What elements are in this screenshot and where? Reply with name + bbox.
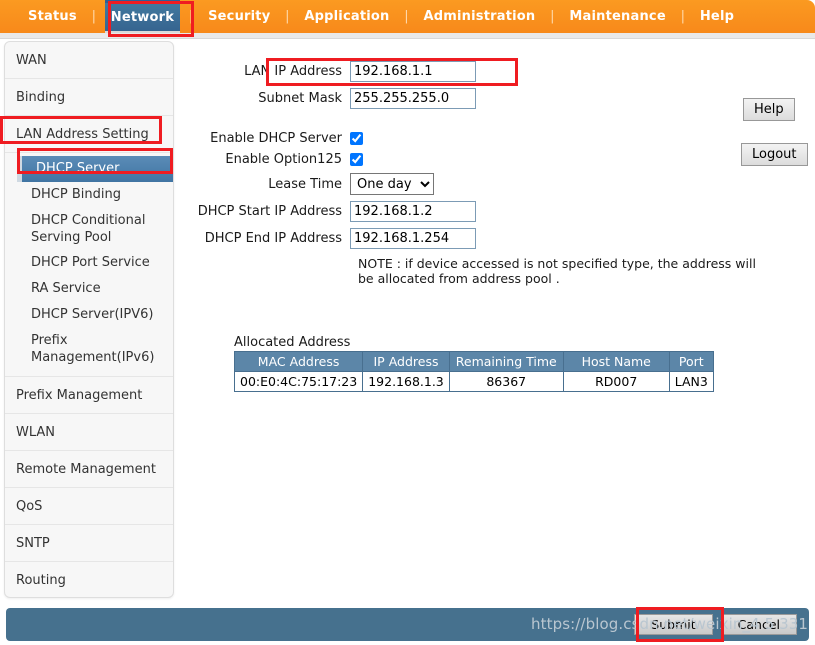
sidebar-item-dhcp-server-ipv6[interactable]: DHCP Server(IPV6) [5,302,173,328]
nav-tab-application[interactable]: Application [298,0,395,33]
dhcp-start-ip-row: DHCP Start IP Address [186,201,806,222]
nav-underline-strip [0,33,815,39]
allocated-address-title: Allocated Address [234,335,351,350]
lan-ip-input[interactable] [350,61,476,82]
allocated-address-table: MAC Address IP Address Remaining Time Ho… [233,351,714,392]
nav-separator: | [285,9,290,24]
dhcp-start-ip-label: DHCP Start IP Address [197,204,342,219]
enable-dhcp-label: Enable DHCP Server [210,131,342,146]
cell-remaining-time: 86367 [448,371,564,392]
sidebar-item-dhcp-binding[interactable]: DHCP Binding [5,182,173,208]
sidebar-item-qos[interactable]: QoS [5,488,173,525]
subnet-mask-input[interactable] [350,88,476,109]
watermark-text: https://blog.csdn.net/weixin_4 5 331 [531,615,809,633]
nav-tab-help[interactable]: Help [694,0,740,33]
nav-separator: | [188,9,194,24]
sidebar-item-lan-address-setting[interactable]: LAN Address Setting [5,116,173,153]
dhcp-end-ip-row: DHCP End IP Address [186,228,806,249]
dhcp-end-ip-input[interactable] [350,228,476,249]
logout-button[interactable]: Logout [741,143,808,166]
dhcp-server-form: LAN IP Address Subnet Mask Enable DHCP S… [186,41,806,598]
sidebar-menu: WAN Binding LAN Address Setting DHCP Ser… [4,41,174,598]
sidebar-item-prefix-management[interactable]: Prefix Management [5,377,173,414]
subnet-mask-row: Subnet Mask [186,88,806,109]
enable-option125-row: Enable Option125 [186,152,806,167]
sidebar-item-routing[interactable]: Routing [5,562,173,597]
table-header-port: Port [668,351,714,372]
lan-ip-label: LAN IP Address [244,64,342,79]
table-header-mac-address: MAC Address [233,351,364,372]
cell-ip-address: 192.168.1.3 [362,371,450,392]
nav-separator: | [680,9,686,24]
table-header-ip-address: IP Address [362,351,450,372]
sidebar-item-ra-service[interactable]: RA Service [5,276,173,302]
sidebar-item-remote-management[interactable]: Remote Management [5,451,173,488]
top-navigation-bar: Status | Network | Security | Applicatio… [0,0,815,33]
enable-option125-checkbox[interactable] [350,153,363,166]
nav-tab-security[interactable]: Security [202,0,276,33]
enable-dhcp-row: Enable DHCP Server [186,131,806,146]
nav-separator: | [91,9,96,24]
sidebar-item-wan[interactable]: WAN [5,42,173,79]
sidebar-item-sntp[interactable]: SNTP [5,525,173,562]
sidebar-item-binding[interactable]: Binding [5,79,173,116]
enable-dhcp-checkbox[interactable] [350,132,363,145]
nav-tab-network[interactable]: Network [104,0,181,33]
nav-tab-maintenance[interactable]: Maintenance [563,0,671,33]
sidebar-lan-subgroup: DHCP Server DHCP Binding DHCP Conditiona… [5,153,173,377]
table-header-remaining-time: Remaining Time [448,351,564,372]
sidebar-item-dhcp-server[interactable]: DHCP Server [17,156,173,182]
dhcp-end-ip-label: DHCP End IP Address [204,231,342,246]
router-admin-page: Status | Network | Security | Applicatio… [0,0,815,645]
table-row: 00:E0:4C:75:17:23 192.168.1.3 86367 RD00… [233,371,714,392]
nav-tab-status[interactable]: Status [22,0,83,33]
dhcp-note-text: NOTE : if device accessed is not specifi… [358,256,756,286]
subnet-mask-label: Subnet Mask [258,91,342,106]
lan-ip-row: LAN IP Address [186,61,806,82]
help-button[interactable]: Help [743,98,795,121]
dhcp-start-ip-input[interactable] [350,201,476,222]
sidebar-item-dhcp-port-service[interactable]: DHCP Port Service [5,250,173,276]
cell-mac-address: 00:E0:4C:75:17:23 [233,371,364,392]
nav-separator: | [404,9,409,24]
cell-port: LAN3 [668,371,714,392]
nav-separator: | [550,9,555,24]
table-header-row: MAC Address IP Address Remaining Time Ho… [233,351,714,372]
lease-time-label: Lease Time [268,176,342,192]
cell-host-name: RD007 [562,371,670,392]
enable-option125-label: Enable Option125 [225,152,342,167]
sidebar-item-wlan[interactable]: WLAN [5,414,173,451]
lease-time-row: Lease Time One day [186,173,806,195]
table-header-host-name: Host Name [562,351,670,372]
lease-time-select[interactable]: One day [350,173,434,195]
sidebar-item-dhcp-conditional-serving-pool[interactable]: DHCP Conditional Serving Pool [5,208,173,250]
nav-tab-administration[interactable]: Administration [418,0,542,33]
sidebar-item-prefix-management-ipv6[interactable]: Prefix Management(IPv6) [5,328,173,370]
